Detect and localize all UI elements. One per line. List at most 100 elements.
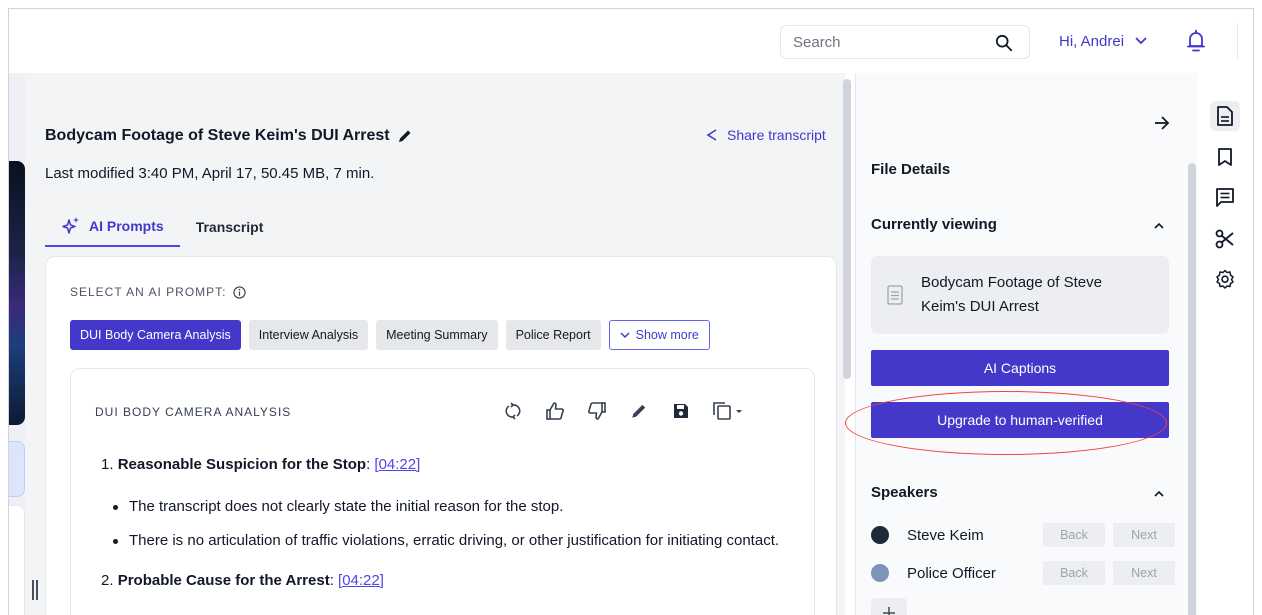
top-bar: Hi, Andrei — [9, 9, 1253, 73]
media-item-selected[interactable] — [9, 441, 25, 497]
analysis-output: DUI BODY CAMERA ANALYSIS 1. Reasonable S… — [70, 368, 815, 615]
speaker-next-button[interactable]: Next — [1113, 561, 1175, 585]
currently-viewing-heading: Currently viewing — [871, 216, 997, 233]
item-heading: Probable Cause for the Arrest — [117, 572, 330, 589]
chevron-down-icon — [1135, 37, 1147, 45]
speaker-color-dot — [871, 564, 889, 582]
search-box[interactable] — [780, 25, 1030, 59]
analysis-content: 1. Reasonable Suspicion for the Stop: [0… — [101, 453, 791, 593]
thumbs-down-button[interactable] — [585, 399, 609, 423]
tab-bar: AI Prompts Transcript — [45, 207, 279, 249]
prompt-card: SELECT AN AI PROMPT: DUI Body Camera Ana… — [45, 256, 837, 615]
analysis-bullet: There is no articulation of traffic viol… — [101, 529, 791, 553]
chevron-up-icon[interactable] — [1152, 487, 1166, 501]
plus-icon — [883, 607, 895, 615]
chevron-down-icon — [620, 332, 630, 339]
copy-icon — [713, 402, 742, 420]
panel-heading: File Details — [871, 161, 951, 178]
regenerate-button[interactable] — [501, 399, 525, 423]
save-output-button[interactable] — [669, 399, 693, 423]
speaker-name: Steve Keim — [907, 526, 984, 544]
scissors-icon — [1215, 229, 1234, 249]
file-title: Bodycam Footage of Steve Keim's DUI Arre… — [45, 127, 390, 144]
user-greeting: Hi, Andrei — [1059, 32, 1125, 50]
refresh-icon — [505, 402, 521, 420]
media-strip — [9, 73, 25, 615]
share-transcript-link[interactable]: Share transcript — [705, 127, 826, 143]
chip-meeting-summary[interactable]: Meeting Summary — [376, 320, 498, 350]
speaker-back-button[interactable]: Back — [1043, 523, 1105, 547]
search-icon[interactable] — [995, 34, 1013, 52]
settings-rail-button[interactable] — [1213, 267, 1237, 291]
thumbs-up-button[interactable] — [543, 399, 567, 423]
chip-dui-body-camera-analysis[interactable]: DUI Body Camera Analysis — [70, 320, 241, 350]
collapse-panel-arrow-icon[interactable] — [1152, 113, 1172, 133]
timestamp-link[interactable]: [04:22] — [338, 572, 384, 589]
video-thumbnail[interactable] — [9, 161, 25, 425]
tab-ai-prompts[interactable]: AI Prompts — [45, 207, 180, 247]
tab-label: AI Prompts — [89, 218, 164, 234]
speaker-next-button[interactable]: Next — [1113, 523, 1175, 547]
info-icon[interactable] — [232, 285, 246, 299]
analysis-bullet: The transcript does not clearly state th… — [101, 495, 791, 519]
item-heading: Reasonable Suspicion for the Stop — [117, 456, 367, 473]
media-item[interactable] — [9, 505, 25, 615]
current-file-card[interactable]: Bodycam Footage of Steve Keim's DUI Arre… — [871, 256, 1169, 334]
ai-captions-button[interactable]: AI Captions — [871, 350, 1169, 386]
speaker-row: Steve Keim — [871, 523, 984, 547]
select-prompt-label: SELECT AN AI PROMPT: — [70, 285, 246, 299]
main-content: Bodycam Footage of Steve Keim's DUI Arre… — [25, 73, 845, 615]
chevron-up-icon[interactable] — [1152, 219, 1166, 233]
current-file-name: Bodycam Footage of Steve Keim's DUI Arre… — [921, 274, 1102, 315]
item-number: 2. — [101, 572, 114, 589]
tab-transcript[interactable]: Transcript — [180, 207, 280, 247]
file-details-rail-button[interactable] — [1210, 101, 1240, 131]
clip-rail-button[interactable] — [1213, 227, 1237, 251]
copy-output-button[interactable] — [711, 399, 747, 423]
analysis-item: 2. Probable Cause for the Arrest: [04:22… — [101, 572, 384, 589]
right-icon-rail — [1197, 73, 1253, 615]
bookmark-rail-button[interactable] — [1213, 145, 1237, 169]
tab-label: Transcript — [195, 219, 264, 235]
select-prompt-text: SELECT AN AI PROMPT: — [70, 285, 227, 299]
main-scrollbar[interactable] — [843, 79, 851, 379]
pencil-icon — [632, 404, 646, 418]
thumbs-down-icon — [588, 402, 606, 420]
search-input[interactable] — [781, 26, 981, 58]
document-icon — [887, 285, 903, 305]
panel-scrollbar[interactable] — [1188, 163, 1196, 615]
timestamp-link[interactable]: [04:22] — [374, 456, 420, 473]
file-meta: Last modified 3:40 PM, April 17, 50.45 M… — [45, 165, 375, 182]
item-number: 1. — [101, 456, 114, 473]
sparkle-icon — [62, 217, 79, 234]
gear-icon — [1216, 269, 1234, 289]
app-frame: Hi, Andrei Bodycam Footage of Steve Keim… — [8, 8, 1254, 615]
file-document-icon — [1217, 106, 1233, 126]
bell-icon[interactable] — [1185, 29, 1207, 53]
speaker-row: Police Officer — [871, 561, 996, 585]
show-more-button[interactable]: Show more — [608, 320, 710, 350]
save-icon — [674, 404, 688, 418]
analysis-label: DUI BODY CAMERA ANALYSIS — [95, 405, 292, 419]
edit-output-button[interactable] — [627, 399, 651, 423]
bookmark-icon — [1218, 148, 1232, 166]
share-icon — [706, 129, 717, 141]
chip-interview-analysis[interactable]: Interview Analysis — [248, 320, 369, 350]
resize-handle-icon[interactable] — [31, 579, 39, 601]
top-divider — [1237, 23, 1238, 59]
speaker-color-dot — [871, 526, 889, 544]
thumbs-up-icon — [546, 402, 564, 420]
user-menu[interactable]: Hi, Andrei — [1059, 29, 1148, 53]
share-label: Share transcript — [727, 127, 826, 143]
comments-rail-button[interactable] — [1213, 185, 1237, 209]
analysis-item: 1. Reasonable Suspicion for the Stop: [0… — [101, 456, 421, 473]
analysis-actions — [501, 399, 747, 423]
add-speaker-button[interactable] — [871, 598, 907, 615]
chip-police-report[interactable]: Police Report — [505, 320, 601, 350]
speaker-name: Police Officer — [907, 564, 996, 582]
speaker-back-button[interactable]: Back — [1043, 561, 1105, 585]
comment-icon — [1216, 188, 1234, 207]
pencil-icon[interactable] — [397, 128, 413, 144]
prompt-chips: DUI Body Camera Analysis Interview Analy… — [70, 320, 710, 350]
upgrade-human-verified-button[interactable]: Upgrade to human-verified — [871, 402, 1169, 438]
